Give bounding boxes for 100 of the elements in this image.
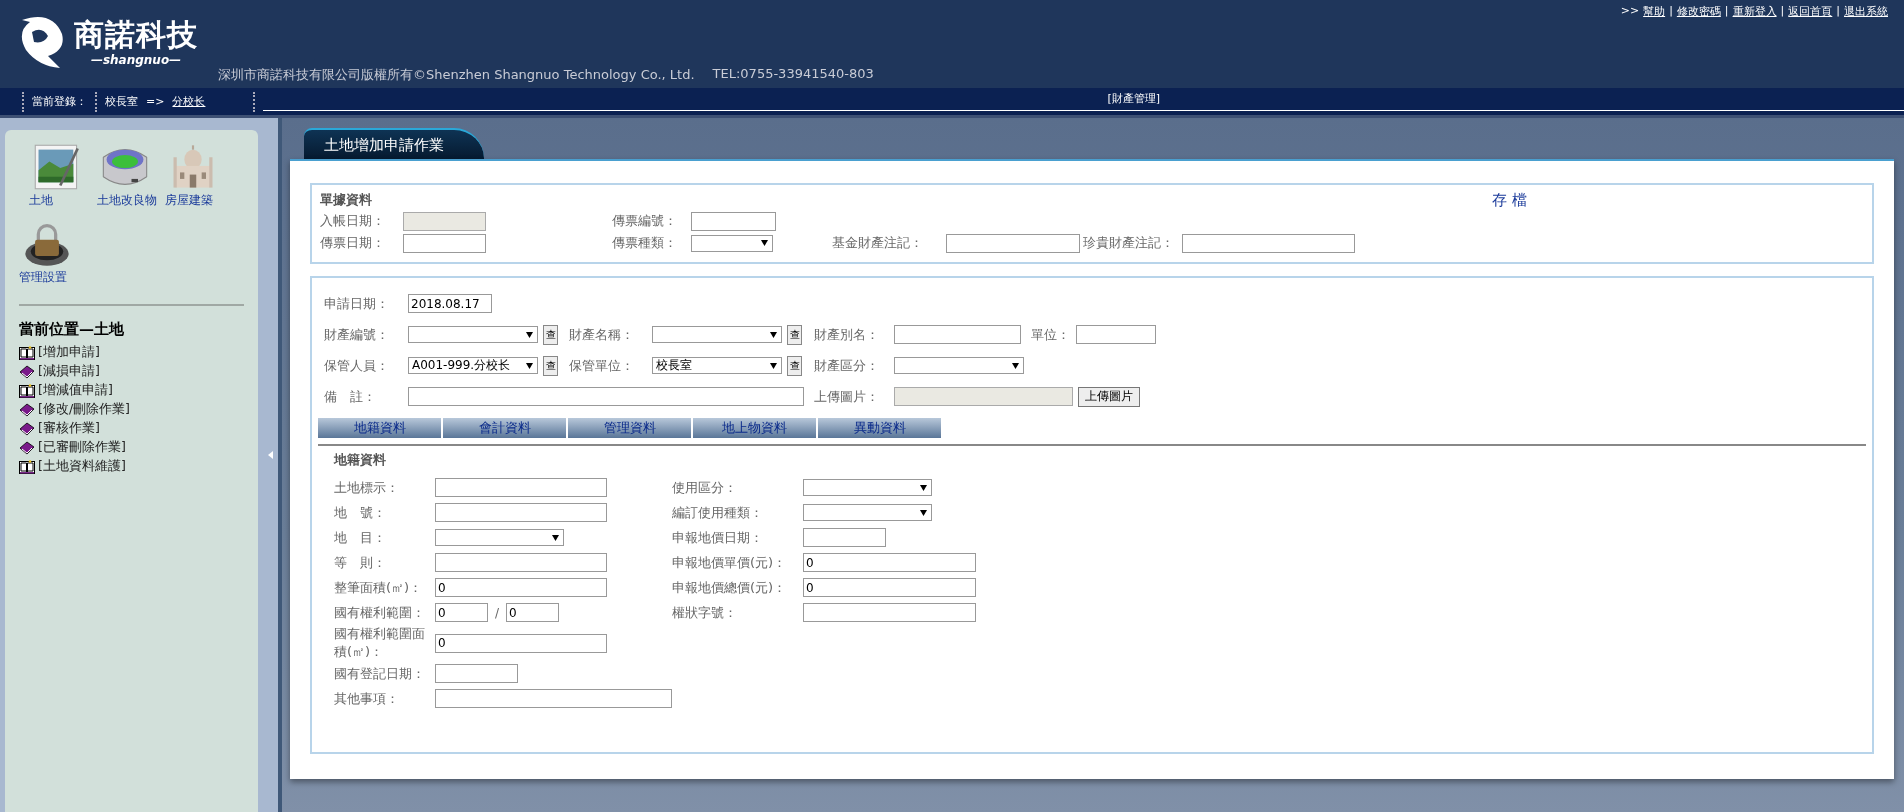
menu-link[interactable]: [修改/刪除作業]: [38, 401, 130, 418]
text-field[interactable]: 0: [506, 603, 560, 622]
field-label: 傳票種類：: [612, 234, 678, 252]
field-label: 傳票編號：: [612, 212, 678, 230]
field-label: 土地標示：: [334, 478, 400, 497]
tab[interactable]: 會計資料: [443, 418, 566, 438]
field-label: 單位：: [1031, 325, 1071, 344]
separator-text: /: [495, 605, 500, 620]
text-field[interactable]: [803, 528, 886, 547]
text-field[interactable]: 2018.08.17: [408, 294, 492, 313]
dropdown[interactable]: [652, 326, 782, 343]
phone-text: TEL:0755-33941540-803: [712, 66, 874, 83]
field-label: 傳票日期：: [320, 234, 386, 252]
caret-icon: [920, 509, 927, 516]
field-label: 保管單位：: [569, 356, 635, 375]
text-field[interactable]: [435, 664, 518, 683]
menu-link[interactable]: [土地資料維護]: [38, 458, 126, 475]
dropdown[interactable]: [435, 529, 564, 546]
field-label: 其他事項：: [334, 689, 400, 708]
page-tab[interactable]: 土地增加申請作業: [304, 128, 484, 159]
header-link[interactable]: 重新登入: [1732, 4, 1777, 19]
lookup-button[interactable]: 查: [787, 355, 802, 376]
dropdown[interactable]: [803, 479, 932, 496]
menu-link[interactable]: [審核作業]: [38, 420, 100, 437]
text-field[interactable]: 0: [435, 633, 607, 653]
tab[interactable]: 地上物資料: [693, 418, 816, 438]
caret-icon: [552, 534, 559, 541]
dropdown[interactable]: [803, 504, 932, 521]
text-field[interactable]: 0: [435, 603, 488, 622]
text-field[interactable]: [435, 553, 607, 572]
field-label: 使用區分：: [672, 478, 738, 497]
dropdown[interactable]: [408, 326, 538, 343]
text-field[interactable]: [435, 478, 607, 497]
caret-icon: [526, 331, 533, 338]
tab[interactable]: 地籍資料: [318, 418, 441, 438]
field-label: 整筆面積(㎡)：: [334, 578, 424, 597]
section-title: 地籍資料: [334, 451, 387, 469]
module-item[interactable]: 土地: [29, 142, 89, 209]
open-book-icon: [19, 459, 35, 474]
dropdown[interactable]: A001-999.分校长: [408, 357, 538, 374]
text-field[interactable]: [803, 603, 976, 622]
tab[interactable]: 管理資料: [568, 418, 691, 438]
field-label: 財產編號：: [324, 325, 390, 344]
text-field[interactable]: 0: [803, 553, 976, 572]
menu-link[interactable]: [已審刪除作業]: [38, 439, 126, 456]
field-label: 財產別名：: [814, 325, 880, 344]
field-label: 珍貴財產注記：: [1083, 234, 1175, 252]
text-field[interactable]: 0: [803, 578, 976, 597]
header-link[interactable]: 退出系統: [1844, 4, 1888, 19]
text-field[interactable]: 0: [435, 578, 607, 597]
field-label: 地 號：: [334, 503, 387, 522]
tab[interactable]: 異動資料: [818, 418, 941, 438]
text-field[interactable]: [1076, 325, 1156, 344]
dropdown[interactable]: [691, 234, 773, 252]
field-label: 國有登記日期：: [334, 664, 426, 683]
field-label: 財產名稱：: [569, 325, 635, 344]
closed-book-icon: [19, 440, 35, 455]
section-title: 單據資料: [320, 191, 372, 209]
field-label: 申報地價日期：: [672, 528, 764, 547]
field-label: 入帳日期：: [320, 212, 386, 230]
caret-icon: [770, 331, 777, 338]
text-field[interactable]: [435, 503, 607, 522]
menu-link[interactable]: [增加申請]: [38, 344, 100, 361]
lookup-button[interactable]: 查: [543, 324, 558, 345]
text-field[interactable]: [691, 211, 776, 231]
text-field[interactable]: [1182, 233, 1355, 253]
closed-book-icon: [19, 364, 35, 379]
copyright-text: 深圳市商諾科技有限公司版權所有©Shenzhen Shangnuo Technology Co., Ltd.: [218, 66, 695, 84]
caret-icon: [770, 362, 777, 369]
field-label: 基金財產注記：: [832, 234, 924, 252]
links-prefix: >>: [1620, 4, 1640, 19]
field-label: 申報地價總價(元)：: [672, 578, 788, 597]
user-link[interactable]: 分校长: [172, 94, 206, 109]
header-link[interactable]: 幫助: [1643, 4, 1666, 19]
text-field[interactable]: [435, 689, 672, 708]
menu-link[interactable]: [增減值申請]: [38, 382, 113, 399]
link-separator: |: [1669, 4, 1673, 19]
dropdown[interactable]: [894, 357, 1024, 374]
lookup-button[interactable]: 查: [543, 355, 558, 376]
open-book-icon: [19, 383, 35, 398]
text-field[interactable]: [894, 325, 1021, 344]
caret-icon: [1012, 362, 1019, 369]
module-item[interactable]: 房屋建築: [165, 142, 219, 209]
text-field[interactable]: [408, 387, 804, 406]
menu-link[interactable]: [減損申請]: [38, 363, 100, 380]
save-link[interactable]: 存 檔: [1492, 191, 1527, 210]
module-title: [財產管理]: [1107, 91, 1160, 107]
header-link[interactable]: 修改密碼: [1676, 4, 1721, 19]
caret-icon: [526, 362, 533, 369]
logo-title: 商諾科技: [74, 17, 198, 53]
module-item[interactable]: 管理設置: [19, 219, 73, 286]
text-field[interactable]: [403, 233, 486, 253]
dropdown[interactable]: 校長室: [652, 357, 782, 374]
upload-button[interactable]: 上傳圖片: [1078, 386, 1140, 407]
arrow-text: =>: [146, 95, 165, 108]
header-link[interactable]: 返回首頁: [1788, 4, 1833, 19]
closed-book-icon: [19, 421, 35, 436]
module-item[interactable]: 土地改良物: [97, 142, 157, 209]
text-field[interactable]: [946, 233, 1080, 253]
lookup-button[interactable]: 查: [787, 324, 802, 345]
